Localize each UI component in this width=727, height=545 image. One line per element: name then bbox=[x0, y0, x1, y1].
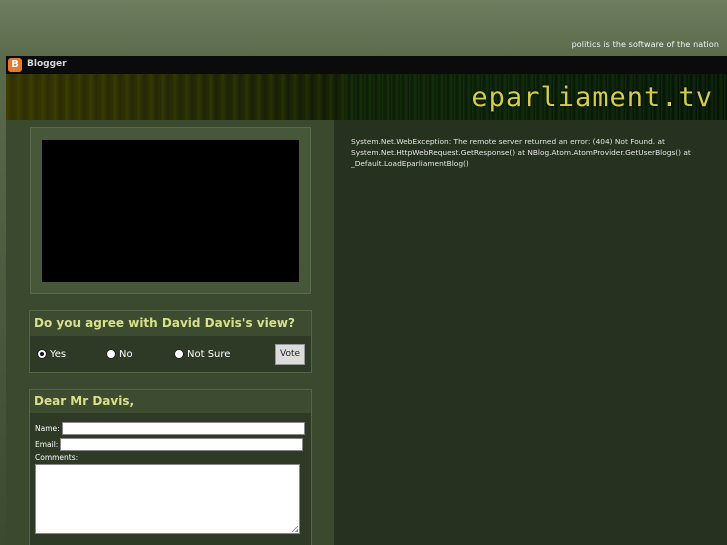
blogger-link[interactable]: Blogger bbox=[27, 59, 67, 69]
blogger-navbar: B Blogger bbox=[6, 56, 727, 74]
poll-panel: Do you agree with David Davis's view? Ye… bbox=[29, 310, 312, 373]
poll-option-yes[interactable]: Yes bbox=[37, 349, 66, 360]
poll-option-label: No bbox=[119, 349, 133, 360]
main-content bbox=[334, 120, 727, 545]
name-field[interactable] bbox=[62, 422, 305, 435]
email-field[interactable] bbox=[60, 438, 303, 451]
site-banner: eparliament.tv bbox=[6, 74, 727, 120]
letter-panel: Dear Mr Davis, Name: Email: Comments: bbox=[29, 389, 312, 545]
poll-option-label: Yes bbox=[50, 349, 67, 360]
comments-field[interactable] bbox=[35, 464, 300, 534]
poll-option-label: Not Sure bbox=[187, 349, 231, 360]
email-label: Email: bbox=[35, 440, 59, 449]
video-panel bbox=[30, 127, 311, 294]
site-tagline: politics is the software of the nation bbox=[571, 40, 719, 49]
name-label: Name: bbox=[35, 424, 60, 433]
poll-question: Do you agree with David Davis's view? bbox=[30, 311, 311, 336]
radio-no-icon[interactable] bbox=[106, 349, 116, 359]
letter-heading: Dear Mr Davis, bbox=[30, 390, 311, 413]
poll-option-not-sure[interactable]: Not Sure bbox=[174, 349, 230, 360]
comments-label: Comments: bbox=[35, 453, 79, 462]
radio-yes-icon[interactable] bbox=[37, 349, 47, 359]
banner-decoration-left bbox=[6, 74, 346, 120]
error-message: System.Net.WebException: The remote serv… bbox=[351, 137, 691, 168]
radio-not-sure-icon[interactable] bbox=[174, 349, 184, 359]
video-player[interactable] bbox=[42, 140, 299, 282]
vote-button[interactable]: Vote bbox=[275, 344, 305, 365]
site-title[interactable]: eparliament.tv bbox=[471, 82, 713, 113]
poll-option-no[interactable]: No bbox=[106, 349, 133, 360]
resize-handle-icon[interactable] bbox=[292, 526, 298, 532]
blogger-logo-icon[interactable]: B bbox=[8, 58, 22, 72]
